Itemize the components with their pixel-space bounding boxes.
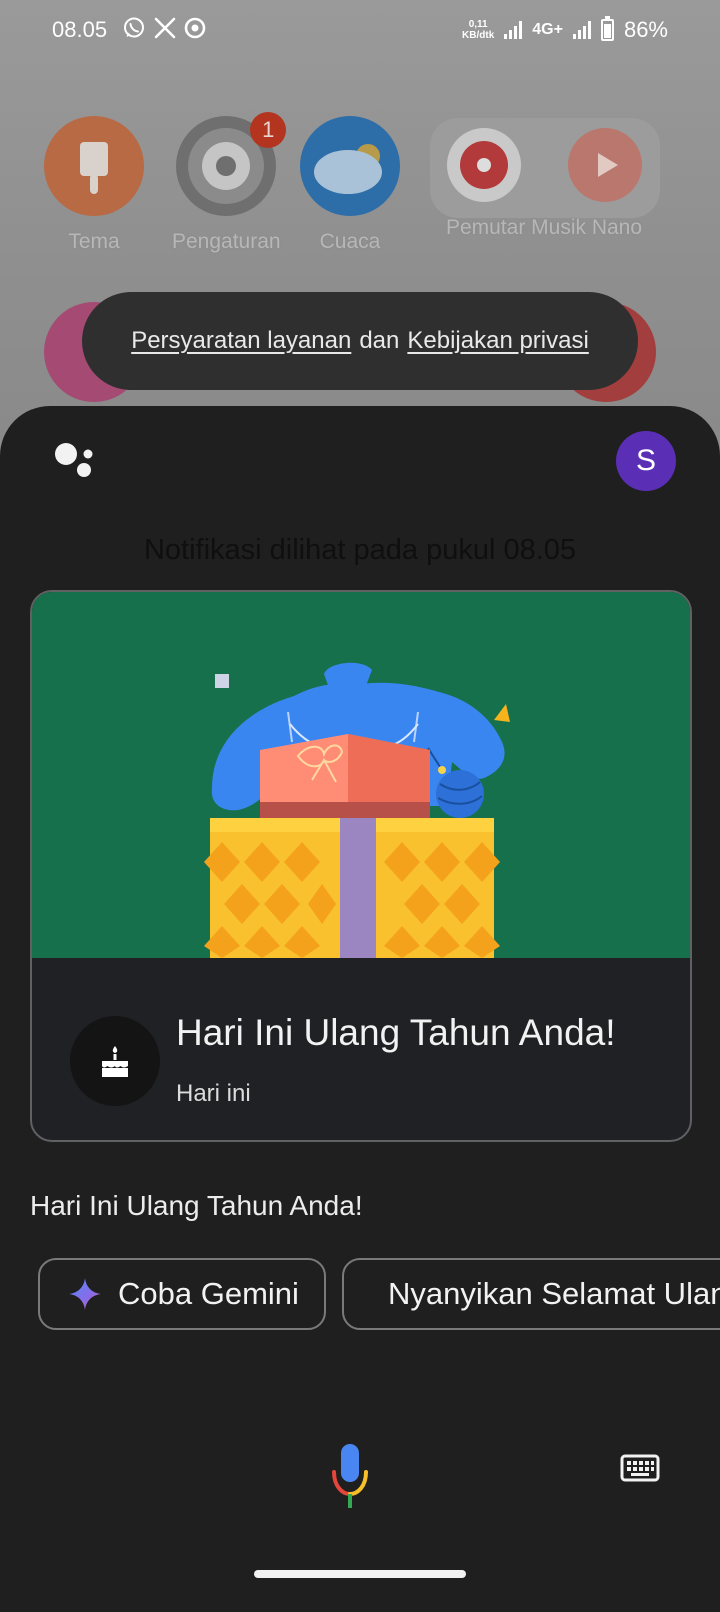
app-label: Tema [68,230,120,253]
network-speed-value: 0,11 [468,19,488,30]
card-title: Hari Ini Ulang Tahun Anda! [176,1012,616,1053]
whatsapp-icon [124,17,144,38]
chip-label: Coba Gemini [118,1276,299,1311]
privacy-policy-link[interactable]: Kebijakan privasi [407,327,588,355]
network-speed-unit: KB/dtk [462,30,495,41]
status-right: 0,11 KB/dtk 4G+ 86% [462,16,668,43]
weather-icon [300,116,400,216]
signal-icon-2 [572,21,591,39]
microphone-icon[interactable] [330,1442,370,1518]
keyboard-icon[interactable] [620,1452,660,1484]
account-avatar[interactable]: S [616,431,676,491]
video-player-icon [567,128,642,202]
card-subtitle: Hari ini [176,1080,251,1107]
suggestion-chip-sing[interactable]: Nyanyikan Selamat Ulang Tahun [342,1258,720,1330]
notification-icons [122,16,206,40]
network-speed: 0,11 KB/dtk [462,19,494,41]
status-time: 08.05 [52,17,108,42]
home-screen-background: 08.05 0,11 KB/dtk 4G+ 86% Tema 1 Pengatu… [0,0,720,440]
app-tema[interactable]: Tema [44,116,144,254]
music-player-icon [446,128,521,202]
app-pemutar-musik-nano[interactable]: Pemutar Musik Nano [434,116,654,240]
app-label: Pengaturan [172,230,281,253]
assistant-sheet: S Notifikasi dilihat pada pukul 08.05 Ha… [0,406,720,1612]
suggestion-chip-gemini[interactable]: Coba Gemini [38,1258,326,1330]
gift-illustration-icon [204,662,510,958]
chip-label: Nyanyikan Selamat Ulang Tahun [388,1276,720,1311]
birthday-cake-icon [70,1016,160,1106]
terms-of-service-link[interactable]: Persyaratan layanan [131,327,351,355]
legal-toast: Persyaratan layanan dan Kebijakan privas… [82,292,638,390]
birthday-card[interactable]: Hari Ini Ulang Tahun Anda! Hari ini [30,590,692,1142]
notification-badge: 1 [250,112,287,148]
notification-seen-text: Notifikasi dilihat pada pukul 08.05 [143,534,577,566]
gear-icon: 1 [176,112,287,216]
battery-percent: 86% [623,17,668,42]
google-assistant-logo-icon [55,443,93,477]
assistant-response-text: Hari Ini Ulang Tahun Anda! [30,1190,363,1221]
app-label: Cuaca [319,230,381,253]
birthday-illustration [32,592,690,958]
signal-icon [504,21,523,39]
app-cuaca[interactable]: Cuaca [300,116,400,254]
gemini-sparkle-icon [69,1278,101,1310]
battery-icon [600,16,614,41]
app-label: Pemutar Musik Nano [445,216,643,239]
status-bar: 08.05 0,11 KB/dtk 4G+ 86% [0,0,720,62]
network-type: 4G+ [532,21,563,38]
toast-joiner: dan [359,327,400,354]
gesture-home-bar[interactable] [254,1570,466,1578]
record-icon [184,17,206,39]
x-icon [154,17,176,39]
paint-brush-icon [44,116,144,216]
app-pengaturan[interactable]: 1 Pengaturan [172,112,287,254]
